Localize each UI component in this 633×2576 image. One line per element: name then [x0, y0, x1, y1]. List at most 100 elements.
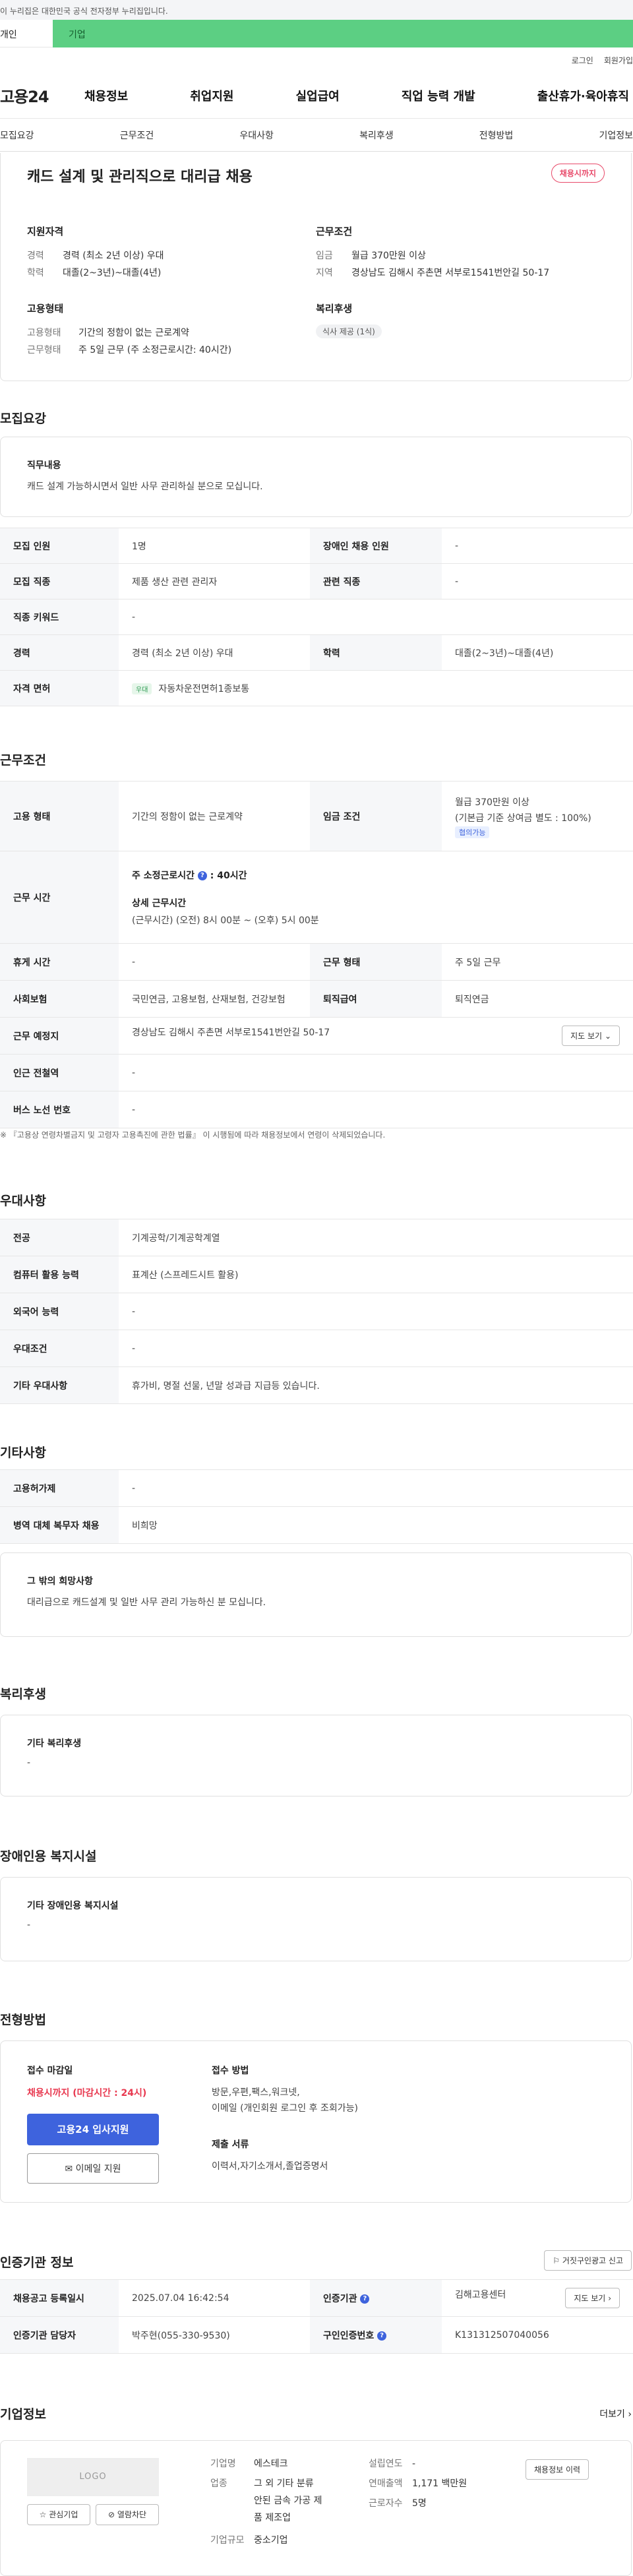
- cell-value: -: [119, 1469, 633, 1507]
- subnav-welfare[interactable]: 복리후생: [359, 129, 394, 142]
- cell-key: 학력: [310, 634, 442, 671]
- cell-key: 임금 조건: [310, 781, 442, 851]
- help-icon[interactable]: ?: [360, 2294, 370, 2304]
- label: 설립연도: [369, 2459, 403, 2469]
- label: 근무형태: [27, 345, 61, 355]
- report-icon: ⚐: [553, 2256, 560, 2265]
- value: 주 5일 근무 (주 소정근로시간: 40시간): [78, 345, 232, 355]
- label: 학력: [27, 268, 44, 278]
- site-logo[interactable]: 고용24: [0, 84, 84, 107]
- table-row: 인근 전철역 -: [0, 1054, 633, 1091]
- label: 근로자수: [369, 2498, 403, 2509]
- cell-key: 구인인증번호 ?: [310, 2316, 442, 2354]
- cell-key: 직종 키워드: [0, 599, 119, 635]
- cell-key: 경력: [0, 634, 119, 671]
- login-link[interactable]: 로그인: [572, 55, 593, 66]
- gnb-jobs[interactable]: 채용정보: [84, 87, 128, 104]
- cell-key: 퇴직급여: [310, 980, 442, 1018]
- table-row: 직종 키워드 -: [0, 599, 633, 635]
- company-info-left: 기업명 에스테크 업종 그 외 기타 분류 안된 금속 가공 제품 제조업 기업규모 중…: [210, 2454, 369, 2550]
- gnb-unemployment-benefit[interactable]: 실업급여: [296, 87, 340, 104]
- job-history-button[interactable]: 채용정보 이력: [526, 2459, 589, 2480]
- process-title: 전형방법: [0, 2013, 46, 2027]
- table-row: 우대조건 -: [0, 1330, 633, 1367]
- method-line2: 이메일 (개인회원 로그인 후 조회가능): [212, 2103, 358, 2114]
- cell-key: 고용 형태: [0, 781, 119, 851]
- company-info-right: 설립연도 - 연매출액 1,171 백만원 근로자수 5명: [369, 2454, 500, 2513]
- cell-value: 주 소정근로시간 ? : 40시간 상세 근무시간 (근무시간) (오전) 8시…: [119, 851, 633, 944]
- cell-value: -: [442, 563, 633, 599]
- value: 경력 (최소 2년 이상) 우대: [63, 251, 164, 261]
- cell-value: -: [119, 943, 310, 981]
- disability-label: 기타 장애인용 복지시설: [27, 1901, 119, 1911]
- cell-value: 박주현(055-330-9530): [119, 2316, 310, 2354]
- weekly-hours-value: : 40시간: [210, 870, 247, 881]
- agency-map-label: 지도 보기: [574, 2294, 606, 2303]
- deadline-value: 채용시까지 (마감시간 : 24시): [27, 2088, 147, 2099]
- agency-key: 인증기관: [323, 2293, 357, 2304]
- wish-box: 그 밖의 희망사항 대리급으로 캐드설계 및 일반 사무 관리 가능하신 분 모…: [0, 1552, 632, 1637]
- gnb-parental-leave[interactable]: 출산휴가·육아휴직: [537, 87, 629, 104]
- table-row: 채용공고 등록일시 2025.07.04 16:42:54 인증기관 ? 김해고…: [0, 2279, 633, 2317]
- map-button[interactable]: 지도 보기 ⌄: [562, 1026, 620, 1046]
- table-row: 병역 대체 복무자 채용 비희망: [0, 1506, 633, 1544]
- cell-key: 근무 형태: [310, 943, 442, 981]
- cell-key: 근무 예정지: [0, 1017, 119, 1055]
- preferred-tag: 우대: [132, 683, 152, 694]
- wish-label: 그 밖의 희망사항: [27, 1576, 93, 1587]
- label: 경력: [27, 251, 44, 261]
- table-row: 사회보험 국민연금, 고용보험, 산재보험, 건강보험 퇴직급여 퇴직연금: [0, 980, 633, 1018]
- help-icon[interactable]: ?: [377, 2331, 387, 2341]
- welfare-value: -: [27, 1758, 31, 1768]
- tab-company[interactable]: 기업: [53, 20, 633, 47]
- report-fake-ad-button[interactable]: ⚐ 거짓구인광고 신고: [544, 2250, 632, 2271]
- map-button-label: 지도 보기: [570, 1031, 603, 1041]
- subnav-recruit[interactable]: 모집요강: [0, 129, 34, 142]
- cell-value: K131312507040056: [442, 2316, 633, 2354]
- tab-personal[interactable]: 개인: [0, 20, 53, 47]
- help-icon[interactable]: ?: [197, 871, 207, 880]
- company-card: LOGO ☆ 관심기업 ⊘ 열람차단 기업명 에스테크 업종 그 외 기타 분류 안된…: [0, 2440, 632, 2576]
- cell-value: 월급 370만원 이상 (기본급 기준 상여금 별도 : 100%) 협의가능: [442, 781, 633, 851]
- cell-key: 고용허가제: [0, 1469, 119, 1507]
- subnav-company[interactable]: 기업정보: [599, 129, 633, 142]
- detail-hours-label: 상세 근무시간: [132, 898, 187, 909]
- welfare-label: 기타 복리후생: [27, 1738, 82, 1749]
- subnav-process[interactable]: 전형방법: [479, 129, 514, 142]
- cell-key: 모집 인원: [0, 528, 119, 564]
- subnav-preference[interactable]: 우대사항: [239, 129, 274, 142]
- deadline-label: 접수 마감일: [27, 2066, 73, 2076]
- gnb-employment-support[interactable]: 취업지원: [190, 87, 233, 104]
- method-line1: 방문,우편,팩스,워크넷,: [212, 2087, 300, 2098]
- apply-button[interactable]: 고용24 입사지원: [27, 2114, 159, 2145]
- table-row: 모집 직종 제품 생산 관련 관리자 관련 직종 -: [0, 563, 633, 599]
- signup-link[interactable]: 회원가입: [604, 55, 633, 66]
- disability-value: -: [27, 1920, 31, 1930]
- ind-line2: 안된 금속 가공 제: [254, 2496, 322, 2506]
- welfare-chip: 식사 제공 (1식): [316, 324, 382, 338]
- cell-key: 인증기관 담당자: [0, 2316, 119, 2354]
- cell-value: -: [119, 1330, 633, 1367]
- table-row: 컴퓨터 활용 능력 표계산 (스프레드시트 활용): [0, 1256, 633, 1293]
- agency-map-button[interactable]: 지도 보기 ›: [565, 2288, 620, 2308]
- company-more-link[interactable]: 더보기 ›: [599, 2407, 632, 2420]
- email-apply-button[interactable]: ✉ 이메일 지원: [27, 2153, 159, 2184]
- cell-value: 김해고용센터 지도 보기 ›: [442, 2279, 633, 2317]
- cell-value: 제품 생산 관련 관리자: [119, 563, 310, 599]
- table-row: 버스 노선 번호 -: [0, 1091, 633, 1128]
- agency-table: 채용공고 등록일시 2025.07.04 16:42:54 인증기관 ? 김해고…: [0, 2279, 633, 2354]
- weekly-hours-label: 주 소정근로시간: [132, 870, 195, 881]
- chevron-right-icon: ›: [608, 2294, 611, 2303]
- duty-label: 직무내용: [27, 460, 61, 471]
- gnb-training[interactable]: 직업 능력 개발: [402, 87, 475, 104]
- cell-value: 우대 자동차운전면허1종보통: [119, 670, 633, 706]
- gov-notice-bar: 이 누리집은 대한민국 공식 전자정부 누리집입니다.: [0, 0, 633, 20]
- table-row: 인증기관 담당자 박주현(055-330-9530) 구인인증번호 ? K131…: [0, 2316, 633, 2354]
- wish-text: 대리급으로 캐드설계 및 일반 사무 관리 가능하신 분 모십니다.: [27, 1597, 266, 1608]
- cell-value: -: [119, 1054, 633, 1091]
- wage-line2: (기본급 기준 상여금 별도 : 100%): [455, 813, 591, 824]
- block-company-button[interactable]: ⊘ 열람차단: [96, 2504, 159, 2525]
- favorite-company-button[interactable]: ☆ 관심기업: [27, 2504, 90, 2525]
- subnav-conditions[interactable]: 근무조건: [120, 129, 154, 142]
- section-subnav: 모집요강 근무조건 우대사항 복리후생 전형방법 기업정보: [0, 119, 633, 152]
